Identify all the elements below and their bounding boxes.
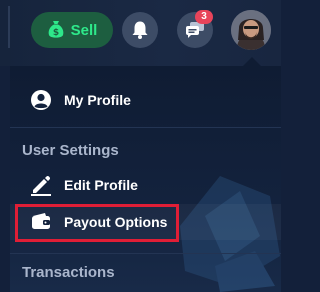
notifications-button[interactable] [122,12,158,48]
section-header-transactions: Transactions [22,264,115,281]
avatar[interactable] [231,10,271,50]
topbar-divider [8,6,10,48]
wallet-icon [32,213,50,229]
dropdown-caret [243,57,261,66]
menu-item-my-profile[interactable]: My Profile [10,82,281,118]
menu-divider [10,253,281,254]
money-bag-icon: $ [48,21,64,38]
sell-button[interactable]: $ Sell [31,12,113,48]
sell-label: Sell [70,21,98,39]
user-circle-icon [31,90,51,110]
section-header-user-settings: User Settings [22,142,119,159]
bell-icon [132,21,148,39]
my-profile-label: My Profile [64,92,131,108]
user-avatar-icon [231,10,271,50]
menu-item-edit-profile[interactable]: Edit Profile [10,167,281,203]
messages-badge: 3 [195,10,213,24]
user-dropdown-menu: My Profile User Settings Edit Profile Pa… [10,66,281,292]
top-bar: $ Sell 3 [0,0,281,66]
edit-profile-label: Edit Profile [64,177,138,193]
svg-text:$: $ [53,28,59,38]
menu-divider [10,127,281,128]
pencil-icon [31,175,51,196]
payout-options-label: Payout Options [64,214,168,230]
menu-item-payout-options[interactable]: Payout Options [10,204,281,240]
